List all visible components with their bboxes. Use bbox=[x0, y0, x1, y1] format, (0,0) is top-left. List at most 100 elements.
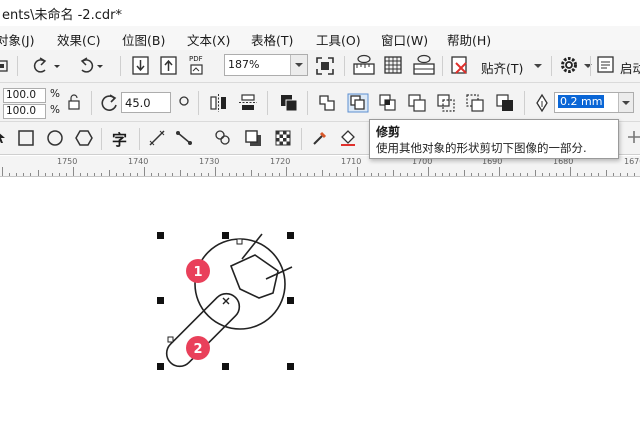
rulers-icon[interactable] bbox=[353, 54, 375, 76]
ruler-tick bbox=[115, 173, 117, 176]
ruler-tick bbox=[193, 173, 195, 176]
selection-handle[interactable] bbox=[287, 363, 294, 370]
guidelines-icon[interactable] bbox=[413, 54, 435, 76]
ruler-tick bbox=[236, 173, 238, 176]
ruler-tick bbox=[378, 173, 380, 176]
rotation-angle-input[interactable]: 45.0 bbox=[121, 92, 171, 113]
fill-tool-icon[interactable] bbox=[338, 129, 358, 147]
menu-table[interactable]: 表格(T) bbox=[251, 30, 293, 49]
outline-dropdown-button[interactable] bbox=[618, 93, 633, 112]
property-bar: 100.0 100.0 % % 45.0 0.2 mm bbox=[0, 83, 640, 203]
zoom-dropdown-button[interactable] bbox=[290, 55, 307, 75]
ruler-tick bbox=[548, 173, 550, 176]
menu-help[interactable]: 帮助(H) bbox=[447, 30, 491, 49]
lock-ratio-icon[interactable] bbox=[64, 92, 84, 112]
transparency-tool-icon[interactable] bbox=[274, 129, 292, 147]
chevron-down-icon[interactable] bbox=[533, 63, 543, 71]
zoom-level-combo[interactable]: 187% bbox=[224, 54, 308, 76]
back-minus-front-icon[interactable] bbox=[465, 93, 485, 113]
ruler-tick bbox=[534, 170, 536, 176]
scale-y-input[interactable]: 100.0 bbox=[3, 104, 46, 119]
node-handle[interactable] bbox=[236, 238, 243, 245]
launch-app-icon[interactable] bbox=[597, 56, 615, 74]
mirror-vertical-icon[interactable] bbox=[238, 93, 258, 113]
ruler-tick bbox=[527, 173, 529, 176]
ruler-tick bbox=[371, 173, 373, 176]
outline-pen-icon[interactable] bbox=[533, 93, 551, 113]
front-minus-back-icon[interactable] bbox=[436, 93, 456, 113]
menu-effects[interactable]: 效果(C) bbox=[57, 30, 100, 49]
rectangle-tool-icon[interactable] bbox=[17, 129, 35, 147]
ruler-tick bbox=[420, 173, 422, 176]
trim-tooltip: 修剪 使用其他对象的形状剪切下图像的一部分. bbox=[369, 119, 619, 159]
drawing-canvas[interactable]: 1 2 bbox=[0, 177, 640, 426]
add-tool-plus-icon[interactable] bbox=[627, 130, 640, 144]
window-title: ents\未命名 -2.cdr* bbox=[2, 8, 122, 23]
ruler-tick bbox=[406, 173, 408, 176]
selection-handle[interactable] bbox=[222, 232, 229, 239]
ruler-tick bbox=[499, 167, 500, 176]
scale-y-unit: % bbox=[50, 104, 60, 116]
ruler-tick bbox=[129, 173, 131, 176]
blend-tool-icon[interactable] bbox=[214, 129, 232, 147]
connector-tool-icon[interactable] bbox=[175, 129, 193, 147]
menu-bitmaps[interactable]: 位图(B) bbox=[122, 30, 165, 49]
combine-icon[interactable] bbox=[279, 93, 299, 113]
ruler-tick bbox=[80, 173, 82, 176]
menu-text[interactable]: 文本(X) bbox=[187, 30, 230, 49]
grid-icon[interactable] bbox=[383, 55, 403, 75]
options-gear-icon[interactable] bbox=[559, 55, 579, 75]
menu-tools[interactable]: 工具(O) bbox=[316, 30, 361, 49]
full-screen-icon[interactable] bbox=[315, 56, 335, 76]
menu-object[interactable]: 对象(J) bbox=[0, 30, 34, 49]
menu-bar: 对象(J) 效果(C) 位图(B) 文本(X) 表格(T) 工具(O) 窗口(W… bbox=[0, 26, 640, 51]
outline-width-combo[interactable]: 0.2 mm bbox=[554, 92, 634, 113]
selection-handle[interactable] bbox=[287, 297, 294, 304]
create-boundary-icon[interactable] bbox=[495, 93, 515, 113]
wrench-handle-shape[interactable] bbox=[161, 288, 244, 371]
drop-shadow-tool-icon[interactable] bbox=[244, 129, 262, 147]
import-icon[interactable] bbox=[132, 56, 150, 76]
launch-label[interactable]: 启动 bbox=[620, 58, 640, 77]
eyedropper-tool-icon[interactable] bbox=[311, 129, 329, 147]
scale-x-input[interactable]: 100.0 bbox=[3, 88, 46, 103]
trim-icon[interactable] bbox=[347, 93, 369, 113]
polygon-tool-icon[interactable] bbox=[75, 129, 93, 147]
wrench-circle-shape[interactable] bbox=[194, 238, 286, 330]
ruler-tick bbox=[598, 173, 600, 176]
ruler-tick bbox=[16, 173, 18, 176]
menu-window[interactable]: 窗口(W) bbox=[381, 30, 428, 49]
publish-pdf-icon[interactable]: PDF bbox=[186, 55, 208, 77]
ruler-tick bbox=[9, 173, 11, 176]
chevron-down-icon[interactable] bbox=[583, 63, 593, 71]
weld-icon[interactable] bbox=[317, 93, 337, 113]
snap-off-icon[interactable] bbox=[450, 55, 470, 75]
ruler-tick bbox=[619, 173, 621, 176]
ruler-tick bbox=[278, 173, 280, 176]
pick-tool-arrow-icon[interactable] bbox=[0, 130, 8, 144]
redo-icon[interactable] bbox=[77, 57, 107, 75]
intersect-icon[interactable] bbox=[378, 93, 398, 113]
export-icon[interactable] bbox=[160, 56, 178, 76]
mirror-horizontal-icon[interactable] bbox=[209, 93, 229, 113]
parallel-dimension-tool-icon[interactable] bbox=[148, 129, 166, 147]
undo-icon[interactable] bbox=[30, 57, 60, 75]
selection-handle[interactable] bbox=[222, 363, 229, 370]
selection-handle[interactable] bbox=[157, 363, 164, 370]
node-handle[interactable] bbox=[167, 336, 174, 343]
ruler-tick bbox=[200, 173, 202, 176]
horizontal-ruler[interactable]: 1750 1740 1730 1720 1710 1700 1690 1680 … bbox=[0, 156, 640, 177]
snap-to-label[interactable]: 贴齐(T) bbox=[481, 58, 523, 77]
ruler-label: 1710 bbox=[341, 157, 362, 166]
selection-handle[interactable] bbox=[157, 232, 164, 239]
selection-handle[interactable] bbox=[157, 297, 164, 304]
selection-handle[interactable] bbox=[287, 232, 294, 239]
chevron-down-icon bbox=[622, 101, 630, 105]
ruler-tick bbox=[136, 173, 138, 176]
text-tool-icon[interactable]: 字 bbox=[112, 129, 127, 150]
print-icon[interactable] bbox=[0, 58, 10, 74]
rotate-icon[interactable] bbox=[99, 93, 119, 113]
ruler-tick bbox=[335, 173, 337, 176]
ellipse-tool-icon[interactable] bbox=[46, 129, 64, 147]
simplify-icon[interactable] bbox=[407, 93, 427, 113]
